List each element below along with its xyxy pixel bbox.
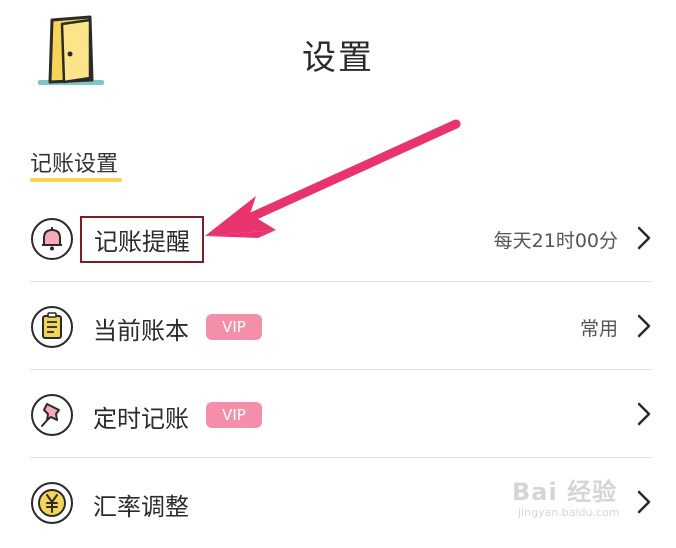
settings-row-current-book[interactable]: 当前账本 VIP 常用 <box>0 284 676 372</box>
watermark-text: Bai 经验 <box>512 478 618 506</box>
chevron-right-icon <box>637 226 651 250</box>
settings-row-reminder[interactable]: 记账提醒 每天21时00分 <box>0 196 676 284</box>
page-title: 设置 <box>302 38 374 78</box>
row-label-reminder: 记账提醒 <box>80 216 204 263</box>
vip-badge: VIP <box>206 402 262 428</box>
divider <box>30 281 652 282</box>
row-label-current-book: 当前账本 <box>93 317 189 345</box>
row-label-exchange-rate: 汇率调整 <box>93 493 189 521</box>
section-underline <box>30 178 122 182</box>
bell-icon <box>31 218 73 260</box>
divider <box>30 369 652 370</box>
row-value-reminder: 每天21时00分 <box>493 230 618 252</box>
row-value-current-book: 常用 <box>579 318 618 340</box>
settings-row-scheduled[interactable]: 定时记账 VIP <box>0 372 676 460</box>
watermark: Bai 经验 jingyan.baidu.com <box>512 462 662 522</box>
vip-badge: VIP <box>206 314 262 340</box>
row-label-scheduled: 定时记账 <box>93 405 189 433</box>
section-title: 记账设置 <box>30 152 119 177</box>
notebook-icon <box>31 306 73 348</box>
chevron-right-icon <box>637 402 651 426</box>
watermark-url: jingyan.baidu.com <box>518 506 620 519</box>
chevron-right-icon <box>637 314 651 338</box>
pushpin-icon <box>31 394 73 436</box>
divider <box>30 457 652 458</box>
yen-icon <box>31 482 73 524</box>
